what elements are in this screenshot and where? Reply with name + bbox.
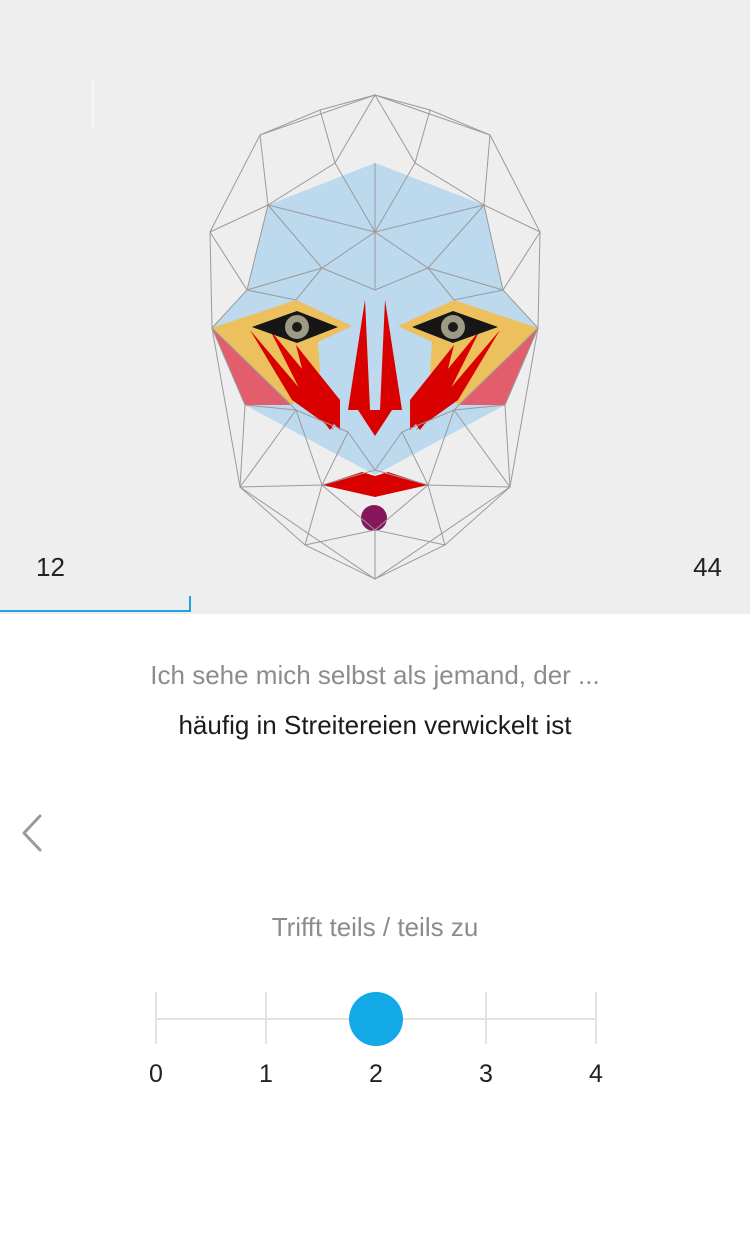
- scale-tick-4[interactable]: [595, 992, 597, 1044]
- question-counter-current: 12: [36, 552, 65, 582]
- scale-label-2[interactable]: 2: [356, 1060, 396, 1089]
- progress-bar-end-marker: [188, 596, 191, 612]
- scale-label-0[interactable]: 0: [136, 1060, 176, 1089]
- answer-scale-slider[interactable]: 01234: [149, 990, 603, 1100]
- question-prompt: Ich sehe mich selbst als jemand, der ...: [150, 660, 600, 690]
- face-mask-illustration: [209, 94, 541, 580]
- answer-label: Trifft teils / teils zu: [271, 912, 479, 942]
- progress-bar: [0, 596, 750, 614]
- chin-dot: [361, 505, 387, 531]
- question-statement: häufig in Streitereien verwickelt ist: [178, 710, 572, 740]
- face-mask-panel: 12 44: [0, 0, 750, 614]
- pupil-left: [292, 322, 302, 332]
- scale-tick-3[interactable]: [485, 992, 487, 1044]
- pupil-right: [448, 322, 458, 332]
- scale-tick-0[interactable]: [155, 992, 157, 1044]
- scale-tick-1[interactable]: [265, 992, 267, 1044]
- scale-label-1[interactable]: 1: [246, 1060, 286, 1089]
- scale-label-3[interactable]: 3: [466, 1060, 506, 1089]
- slider-handle[interactable]: [349, 992, 403, 1046]
- chevron-left-icon: [22, 814, 42, 852]
- question-counter-total: 44: [693, 552, 722, 582]
- scale-label-4[interactable]: 4: [576, 1060, 616, 1089]
- progress-bar-fill: [0, 610, 191, 612]
- mouth: [322, 472, 428, 497]
- back-button[interactable]: [12, 808, 56, 858]
